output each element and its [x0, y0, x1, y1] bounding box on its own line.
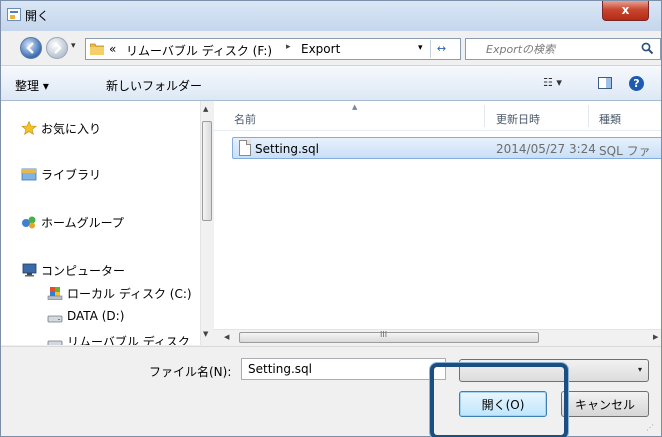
column-divider[interactable]	[484, 105, 485, 127]
nav-label: ホームグループ	[41, 216, 124, 230]
dialog-app-icon	[7, 8, 21, 21]
column-header-type[interactable]: 種類	[599, 111, 621, 127]
search-box[interactable]	[465, 38, 661, 60]
removable-drive-icon	[47, 340, 63, 345]
scroll-left-arrow-icon[interactable]: ◀	[224, 333, 229, 341]
window-title: 開く	[25, 9, 50, 23]
new-folder-button[interactable]: 新しいフォルダー	[106, 77, 202, 94]
file-type-select[interactable]: ▾	[459, 359, 649, 382]
search-input[interactable]	[466, 39, 636, 59]
column-header-modified[interactable]: 更新日時	[496, 111, 540, 127]
file-modified-date: 2014/05/27 3:24	[496, 142, 596, 156]
open-file-dialog: 開く x ▾ « リムーバブル ディスク (F:) ▸ Export ▾ ↔ 整…	[0, 0, 662, 437]
file-list-header: 名前 ▲ 更新日時 種類	[214, 101, 661, 131]
drive-icon	[47, 315, 63, 323]
nav-label: お気に入り	[41, 122, 102, 136]
nav-label: ローカル ディスク (C:)	[67, 287, 192, 301]
title-bar[interactable]: 開く x	[1, 1, 661, 29]
folder-icon	[90, 43, 104, 55]
homegroup-icon	[22, 216, 36, 229]
breadcrumb-separator-icon[interactable]: ▸	[286, 42, 291, 52]
nav-label: リムーバブル ディスク	[67, 335, 190, 345]
search-icon[interactable]	[641, 42, 654, 55]
column-divider[interactable]	[588, 105, 589, 127]
scroll-up-arrow-icon[interactable]: ▲	[203, 105, 208, 113]
help-icon[interactable]: ?	[629, 76, 644, 91]
scrollbar-thumb[interactable]	[202, 121, 212, 221]
resize-grip-icon[interactable]: ⋰	[646, 423, 654, 432]
address-row: ▾ « リムーバブル ディスク (F:) ▸ Export ▾ ↔	[1, 33, 661, 61]
sort-ascending-icon: ▲	[352, 103, 358, 111]
address-overflow-button[interactable]: «	[109, 42, 116, 56]
nav-pane-scrollbar[interactable]: ▲ ▼	[200, 101, 213, 345]
back-arrow-icon	[26, 42, 34, 54]
navigation-pane: お気に入り ライブラリ ホームグループ コンピューター ローカル ディスク (C…	[1, 101, 213, 345]
toolbar: 整理 ▾ 新しいフォルダー ☷ ▾ ?	[1, 65, 661, 101]
organize-button[interactable]: 整理 ▾	[15, 77, 49, 94]
filename-input[interactable]	[241, 358, 446, 380]
breadcrumb-removable-disk[interactable]: リムーバブル ディスク (F:)	[126, 42, 272, 59]
change-view-icon[interactable]: ☷ ▾	[543, 76, 562, 89]
refresh-icon[interactable]: ↔	[430, 40, 452, 58]
sql-file-icon	[239, 140, 251, 156]
scrollbar-thumb[interactable]: III	[239, 330, 539, 343]
file-list: 名前 ▲ 更新日時 種類 Setting.sql 2014/05/27 3:24…	[214, 101, 661, 329]
file-list-horizontal-scrollbar[interactable]: ◀ III ▶	[214, 329, 661, 345]
library-icon	[21, 168, 37, 181]
back-button[interactable]	[20, 37, 42, 59]
file-name: Setting.sql	[255, 142, 319, 156]
file-type: SQL ファ	[599, 144, 651, 158]
nav-label: ライブラリ	[41, 168, 102, 182]
scroll-right-arrow-icon[interactable]: ▶	[653, 333, 658, 341]
breadcrumb-export[interactable]: Export	[301, 42, 340, 56]
filename-label: ファイル名(N):	[149, 365, 232, 379]
scroll-down-arrow-icon[interactable]: ▼	[203, 330, 208, 338]
computer-icon	[22, 263, 37, 277]
column-header-name[interactable]: 名前	[234, 111, 256, 127]
file-row-selected[interactable]: Setting.sql 2014/05/27 3:24 SQL ファ	[232, 137, 661, 159]
nav-label: コンピューター	[41, 264, 126, 278]
scrollbar-grip: III	[380, 330, 388, 339]
nav-label: DATA (D:)	[67, 309, 125, 323]
cancel-button[interactable]: キャンセル	[561, 391, 649, 417]
drive-c-icon	[47, 287, 63, 300]
address-dropdown-icon[interactable]: ▾	[418, 43, 423, 53]
close-button[interactable]: x	[602, 1, 649, 21]
address-bar[interactable]: « リムーバブル ディスク (F:) ▸ Export ▾ ↔	[85, 38, 461, 60]
dialog-footer: ファイル名(N): ▾ 開く(O) キャンセル ⋰	[1, 346, 661, 436]
history-dropdown-icon[interactable]: ▾	[71, 41, 76, 51]
star-icon	[21, 121, 37, 135]
open-button[interactable]: 開く(O)	[459, 391, 547, 417]
forward-button[interactable]	[46, 37, 68, 59]
forward-arrow-icon	[54, 42, 62, 54]
preview-pane-icon[interactable]	[598, 77, 612, 89]
chevron-down-icon: ▾	[637, 365, 642, 374]
